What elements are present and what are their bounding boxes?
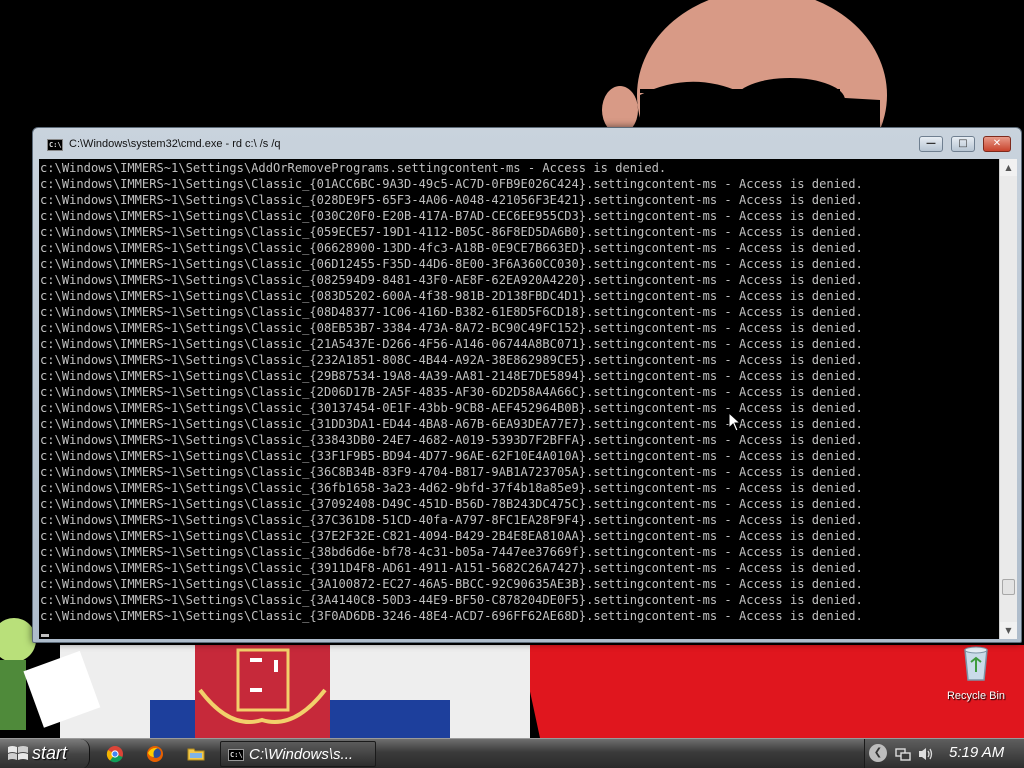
console-output[interactable]: c:\Windows\IMMERS~1\Settings\AddOrRemove… <box>39 159 999 639</box>
console-line: c:\Windows\IMMERS~1\Settings\Classic_{29… <box>40 369 863 383</box>
cmd-icon: C:\ <box>228 749 244 761</box>
vertical-scrollbar[interactable]: ▲ ▼ <box>999 159 1017 639</box>
console-line: c:\Windows\IMMERS~1\Settings\Classic_{37… <box>40 497 863 511</box>
clock[interactable]: 5:19 AM <box>949 744 1004 761</box>
console-line: c:\Windows\IMMERS~1\Settings\Classic_{37… <box>40 513 863 527</box>
console-line: c:\Windows\IMMERS~1\Settings\Classic_{08… <box>40 289 863 303</box>
console-line: c:\Windows\IMMERS~1\Settings\Classic_{01… <box>40 177 863 191</box>
console-line: c:\Windows\IMMERS~1\Settings\Classic_{06… <box>40 257 863 271</box>
recycle-bin-icon <box>964 646 988 681</box>
console-line: c:\Windows\IMMERS~1\Settings\Classic_{38… <box>40 545 863 559</box>
scroll-up-button[interactable]: ▲ <box>1000 159 1017 176</box>
chevron-left-icon[interactable]: ❮ <box>869 744 887 762</box>
console-line: c:\Windows\IMMERS~1\Settings\Classic_{02… <box>40 193 863 207</box>
console-line: c:\Windows\IMMERS~1\Settings\Classic_{33… <box>40 433 863 447</box>
cmd-icon: C:\ <box>47 139 63 151</box>
console-line: c:\Windows\IMMERS~1\Settings\Classic_{08… <box>40 305 863 319</box>
console-line: c:\Windows\IMMERS~1\Settings\Classic_{08… <box>40 273 863 287</box>
system-tray: ❮ 5:19 AM <box>864 739 1024 768</box>
recycle-bin[interactable]: Recycle Bin <box>940 644 1012 702</box>
console-line: c:\Windows\IMMERS~1\Settings\Classic_{39… <box>40 561 863 575</box>
arrow-down-icon: ▼ <box>1005 626 1012 635</box>
console-lines: c:\Windows\IMMERS~1\Settings\AddOrRemove… <box>40 161 863 625</box>
start-label: start <box>32 743 68 763</box>
console-line: c:\Windows\IMMERS~1\Settings\Classic_{08… <box>40 321 863 335</box>
taskbar-cmd-button[interactable]: C:\ C:\Windows\s... <box>220 741 376 767</box>
chrome-icon[interactable] <box>106 745 124 763</box>
console-line: c:\Windows\IMMERS~1\Settings\Classic_{3A… <box>40 577 863 591</box>
console-line: c:\Windows\IMMERS~1\Settings\Classic_{37… <box>40 529 863 543</box>
arrow-up-icon: ▲ <box>1005 163 1012 172</box>
scrollbar-thumb[interactable] <box>1002 579 1015 595</box>
taskbar-cmd-label: C:\Windows\s... <box>249 746 354 763</box>
maximize-button[interactable]: □ <box>951 136 975 152</box>
start-button[interactable]: start <box>0 739 90 768</box>
console-line: c:\Windows\IMMERS~1\Settings\Classic_{2D… <box>40 385 863 399</box>
volume-icon[interactable] <box>917 746 935 762</box>
console-line: c:\Windows\IMMERS~1\Settings\Classic_{36… <box>40 481 863 495</box>
firefox-icon[interactable] <box>146 745 164 763</box>
console-line: c:\Windows\IMMERS~1\Settings\Classic_{21… <box>40 337 863 351</box>
close-icon: ✕ <box>992 138 1002 149</box>
console-line: c:\Windows\IMMERS~1\Settings\Classic_{05… <box>40 225 863 239</box>
close-button[interactable]: ✕ <box>983 136 1011 152</box>
console-line: c:\Windows\IMMERS~1\Settings\Classic_{06… <box>40 241 863 255</box>
text-cursor <box>41 634 49 637</box>
taskbar: start C:\ C:\Windows\s... ❮ 5:19 AM <box>0 738 1024 768</box>
title-bar[interactable]: C:\ C:\Windows\system32\cmd.exe - rd c:\… <box>33 128 1021 159</box>
mouse-pointer-icon <box>728 412 742 432</box>
console-line: c:\Windows\IMMERS~1\Settings\Classic_{36… <box>40 465 863 479</box>
cmd-window[interactable]: C:\ C:\Windows\system32\cmd.exe - rd c:\… <box>32 127 1022 643</box>
console-line: c:\Windows\IMMERS~1\Settings\Classic_{3F… <box>40 609 863 623</box>
console-line: c:\Windows\IMMERS~1\Settings\Classic_{23… <box>40 353 863 367</box>
maximize-icon: □ <box>958 138 968 149</box>
scroll-down-button[interactable]: ▼ <box>1000 622 1017 639</box>
folder-icon[interactable] <box>187 745 205 763</box>
minimize-icon: — <box>926 138 936 149</box>
windows-logo-icon <box>8 746 28 760</box>
console-line: c:\Windows\IMMERS~1\Settings\Classic_{3A… <box>40 593 863 607</box>
console-line: c:\Windows\IMMERS~1\Settings\Classic_{03… <box>40 209 863 223</box>
recycle-bin-label: Recycle Bin <box>946 690 1006 702</box>
window-title: C:\Windows\system32\cmd.exe - rd c:\ /s … <box>69 138 281 150</box>
console-line: c:\Windows\IMMERS~1\Settings\AddOrRemove… <box>40 161 667 175</box>
minimize-button[interactable]: — <box>919 136 943 152</box>
network-icon[interactable] <box>895 746 911 762</box>
console-line: c:\Windows\IMMERS~1\Settings\Classic_{33… <box>40 449 863 463</box>
